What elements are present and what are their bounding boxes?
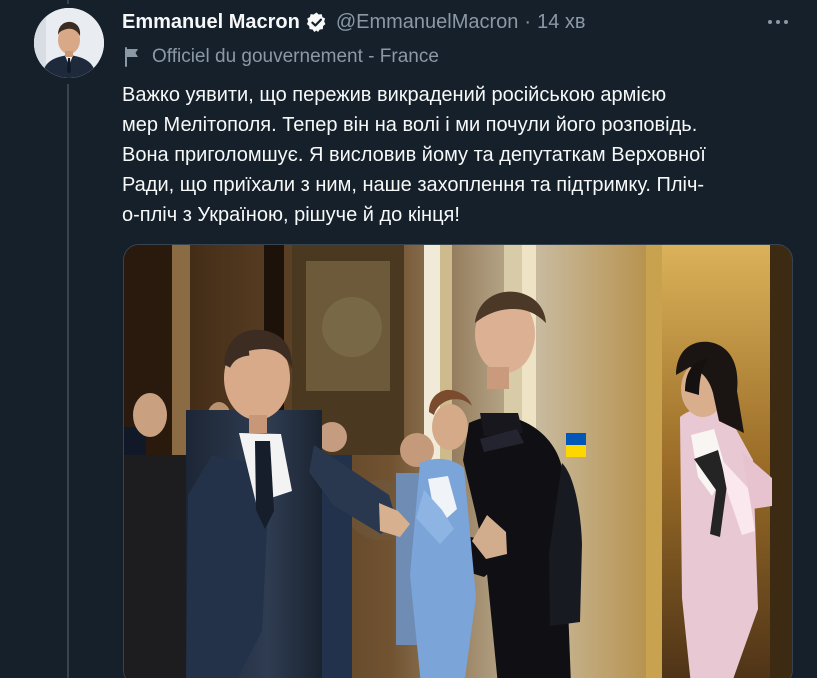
verified-badge-icon (305, 11, 328, 34)
tweet-container: Emmanuel Macron @EmmanuelMacron · 14 хв … (0, 0, 817, 678)
tweet-header: Emmanuel Macron @EmmanuelMacron · 14 хв (122, 9, 586, 35)
more-icon (768, 20, 788, 24)
thread-connector-top (67, 0, 69, 4)
tweet-text: Важко уявити, що пережив викрадений росі… (122, 84, 706, 226)
author-name[interactable]: Emmanuel Macron (122, 11, 300, 34)
author-avatar[interactable] (34, 8, 104, 78)
meeting-photo (124, 245, 792, 678)
header-separator: · (524, 10, 532, 33)
flag-icon (124, 47, 142, 67)
more-options-button[interactable] (764, 10, 792, 34)
thread-line (67, 84, 69, 678)
author-handle[interactable]: @EmmanuelMacron (336, 11, 519, 34)
government-label[interactable]: Officiel du gouvernement - France (124, 45, 439, 69)
tweet-photo[interactable] (123, 244, 793, 678)
tweet-timestamp[interactable]: 14 хв (537, 11, 585, 34)
government-label-text: Officiel du gouvernement - France (152, 46, 439, 67)
